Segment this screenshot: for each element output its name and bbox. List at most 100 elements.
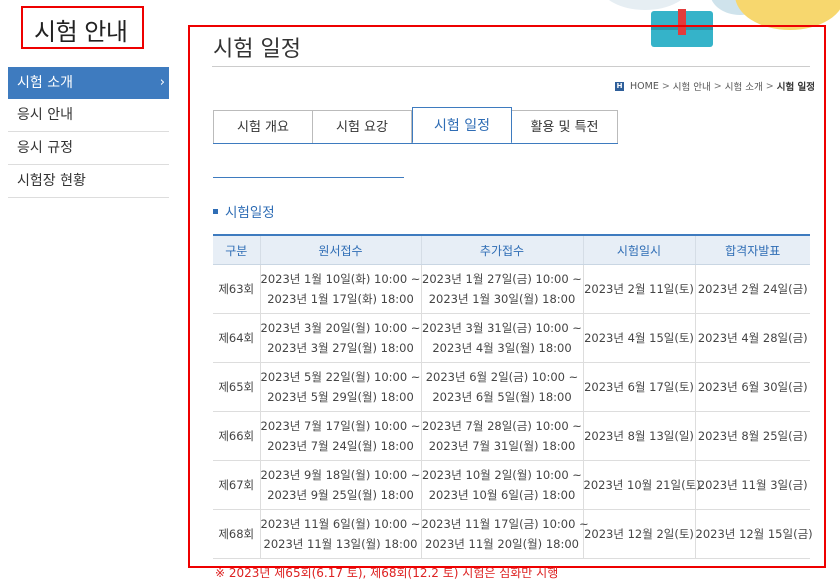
cell-application: 2023년 7월 17일(월) 10:00 ~ 2023년 7월 24일(월) 1… bbox=[259, 411, 421, 461]
breadcrumb-current: 시험 일정 bbox=[776, 82, 815, 93]
page-title: 시험 일정 bbox=[213, 37, 301, 62]
additional-start: 2023년 11월 17일(금) 10:00 ~ bbox=[421, 517, 589, 531]
cell-result: 2023년 12월 15일(금) bbox=[694, 509, 813, 559]
cell-round: 제68회 bbox=[213, 509, 260, 559]
additional-start: 2023년 7월 28일(금) 10:00 ~ bbox=[422, 419, 582, 433]
header-round: 구분 bbox=[213, 234, 260, 265]
sidebar-item-exam-intro[interactable]: 시험 소개 › bbox=[8, 67, 169, 99]
sidebar-item-apply-guide[interactable]: 응시 안내 bbox=[8, 99, 169, 132]
breadcrumb-exam-intro[interactable]: 시험 소개 bbox=[725, 79, 763, 93]
table-row: 제67회 2023년 9월 18일(월) 10:00 ~ 2023년 9월 25일(… bbox=[213, 460, 810, 510]
application-end: 2023년 5월 29일(월) 18:00 bbox=[267, 390, 414, 404]
cell-result: 2023년 4월 28일(금) bbox=[694, 313, 810, 363]
bullet-icon bbox=[213, 208, 218, 214]
additional-end: 2023년 10월 6일(금) 18:00 bbox=[428, 488, 576, 502]
table-row: 제65회 2023년 5월 22일(월) 10:00 ~ 2023년 5월 29일(… bbox=[213, 362, 810, 412]
breadcrumb-exam-guide[interactable]: 시험 안내 bbox=[673, 79, 711, 93]
table-row: 제63회 2023년 1월 10일(화) 10:00 ~ 2023년 1월 17일(… bbox=[213, 264, 810, 314]
exam-date-text: 2023년 4월 15일(토) bbox=[584, 331, 694, 345]
cell-round: 제64회 bbox=[213, 313, 260, 363]
cell-additional: 2023년 11월 17일(금) 10:00 ~ 2023년 11월 20일(월)… bbox=[420, 509, 589, 559]
table-row: 제64회 2023년 3월 20일(월) 10:00 ~ 2023년 3월 27일(… bbox=[213, 313, 810, 363]
cell-application: 2023년 5월 22일(월) 10:00 ~ 2023년 5월 29일(월) 1… bbox=[259, 362, 421, 412]
cell-additional: 2023년 10월 2일(월) 10:00 ~ 2023년 10월 6일(금) 1… bbox=[420, 460, 583, 510]
cell-additional: 2023년 7월 28일(금) 10:00 ~ 2023년 7월 31일(월) 1… bbox=[420, 411, 583, 461]
cell-result: 2023년 2월 24일(금) bbox=[694, 264, 810, 314]
additional-start: 2023년 10월 2일(월) 10:00 ~ bbox=[422, 468, 582, 482]
round-text: 제68회 bbox=[218, 527, 255, 541]
home-icon: H bbox=[615, 81, 624, 91]
breadcrumb-separator: > bbox=[661, 80, 670, 92]
exam-date-text: 2023년 6월 17일(토) bbox=[584, 380, 694, 394]
application-start: 2023년 7월 17일(월) 10:00 ~ bbox=[260, 419, 421, 433]
additional-start: 2023년 1월 27일(금) 10:00 ~ bbox=[422, 272, 582, 286]
cell-additional: 2023년 6월 2일(금) 10:00 ~ 2023년 6월 5일(월) 18:… bbox=[420, 362, 583, 412]
round-text: 제66회 bbox=[218, 429, 255, 443]
sidebar-item-label: 시험 소개 bbox=[17, 75, 73, 91]
application-start: 2023년 5월 22일(월) 10:00 ~ bbox=[260, 370, 421, 384]
result-date-text: 2023년 6월 30일(금) bbox=[697, 380, 808, 394]
result-date-text: 2023년 11월 3일(금) bbox=[697, 478, 808, 492]
chevron-right-icon: › bbox=[159, 75, 165, 90]
cell-exam-date: 2023년 10월 21일(토) bbox=[582, 460, 701, 510]
result-date-text: 2023년 8월 25일(금) bbox=[697, 429, 808, 443]
cell-exam-date: 2023년 8월 13일(일) bbox=[582, 411, 695, 461]
additional-start: 2023년 6월 2일(금) 10:00 ~ bbox=[425, 370, 579, 384]
sidebar-item-rules[interactable]: 응시 규정 bbox=[8, 132, 169, 165]
sidebar-title: 시험 안내 bbox=[34, 18, 128, 46]
cell-round: 제65회 bbox=[213, 362, 260, 412]
result-date-text: 2023년 2월 24일(금) bbox=[697, 282, 808, 296]
cell-round: 제66회 bbox=[213, 411, 260, 461]
tab-benefits[interactable]: 활용 및 특전 bbox=[512, 110, 618, 144]
cell-exam-date: 2023년 6월 17일(토) bbox=[582, 362, 695, 412]
sidebar-item-label: 응시 규정 bbox=[17, 140, 73, 156]
application-start: 2023년 9월 18일(월) 10:00 ~ bbox=[260, 468, 421, 482]
additional-end: 2023년 11월 20일(월) 18:00 bbox=[425, 537, 579, 551]
cell-exam-date: 2023년 4월 15일(토) bbox=[582, 313, 695, 363]
round-text: 제63회 bbox=[218, 282, 255, 296]
tab-schedule[interactable]: 시험 일정 bbox=[412, 107, 512, 144]
application-start: 2023년 3월 20일(월) 10:00 ~ bbox=[260, 321, 421, 335]
tab-requirements[interactable]: 시험 요강 bbox=[313, 110, 412, 144]
cell-round: 제67회 bbox=[213, 460, 260, 510]
tab-overview[interactable]: 시험 개요 bbox=[213, 110, 313, 144]
cell-application: 2023년 3월 20일(월) 10:00 ~ 2023년 3월 27일(월) 1… bbox=[259, 313, 421, 363]
cell-result: 2023년 6월 30일(금) bbox=[694, 362, 810, 412]
table-row: 제66회 2023년 7월 17일(월) 10:00 ~ 2023년 7월 24일(… bbox=[213, 411, 810, 461]
cell-application: 2023년 11월 6일(월) 10:00 ~ 2023년 11월 13일(월) … bbox=[259, 509, 421, 559]
footnote: ※ 2023년 제65회(6.17 토), 제68회(12.2 토) 시험은 심… bbox=[215, 566, 559, 580]
section-title-text: 시험일정 bbox=[225, 205, 275, 221]
result-date-text: 2023년 12월 15일(금) bbox=[695, 527, 813, 541]
table-row: 제68회 2023년 11월 6일(월) 10:00 ~ 2023년 11월 13일… bbox=[213, 509, 813, 559]
divider bbox=[213, 177, 404, 178]
header-exam-date: 시험일시 bbox=[582, 234, 695, 265]
application-end: 2023년 1월 17일(화) 18:00 bbox=[267, 292, 414, 306]
exam-date-text: 2023년 12월 2일(토) bbox=[584, 527, 694, 541]
breadcrumb-home[interactable]: HOME bbox=[630, 81, 659, 92]
application-start: 2023년 11월 6일(월) 10:00 ~ bbox=[260, 517, 421, 531]
round-text: 제65회 bbox=[218, 380, 255, 394]
application-end: 2023년 9월 25일(월) 18:00 bbox=[267, 488, 414, 502]
application-end: 2023년 3월 27일(월) 18:00 bbox=[267, 341, 414, 355]
result-date-text: 2023년 4월 28일(금) bbox=[697, 331, 808, 345]
header-additional: 추가접수 bbox=[420, 234, 583, 265]
exam-date-text: 2023년 10월 21일(토) bbox=[583, 478, 701, 492]
sidebar-item-test-sites[interactable]: 시험장 현황 bbox=[8, 165, 169, 198]
header-application: 원서접수 bbox=[259, 234, 421, 265]
application-end: 2023년 7월 24일(월) 18:00 bbox=[267, 439, 414, 453]
tab-bar: 시험 개요 시험 요강 시험 일정 활용 및 특전 bbox=[213, 107, 618, 144]
application-start: 2023년 1월 10일(화) 10:00 ~ bbox=[260, 272, 421, 286]
round-text: 제67회 bbox=[218, 478, 255, 492]
sidebar-menu: 시험 소개 › 응시 안내 응시 규정 시험장 현황 bbox=[8, 67, 169, 198]
cell-exam-date: 2023년 12월 2일(토) bbox=[582, 509, 695, 559]
additional-end: 2023년 4월 3일(월) 18:00 bbox=[432, 341, 572, 355]
breadcrumb-separator: > bbox=[765, 80, 774, 92]
sidebar-item-label: 응시 안내 bbox=[17, 107, 73, 123]
additional-end: 2023년 1월 30일(월) 18:00 bbox=[428, 292, 576, 306]
additional-end: 2023년 6월 5일(월) 18:00 bbox=[432, 390, 572, 404]
exam-date-text: 2023년 8월 13일(일) bbox=[584, 429, 694, 443]
header-result: 합격자발표 bbox=[694, 234, 810, 265]
additional-end: 2023년 7월 31일(월) 18:00 bbox=[428, 439, 576, 453]
cell-additional: 2023년 1월 27일(금) 10:00 ~ 2023년 1월 30일(월) 1… bbox=[420, 264, 583, 314]
cell-additional: 2023년 3월 31일(금) 10:00 ~ 2023년 4월 3일(월) 18… bbox=[420, 313, 583, 363]
